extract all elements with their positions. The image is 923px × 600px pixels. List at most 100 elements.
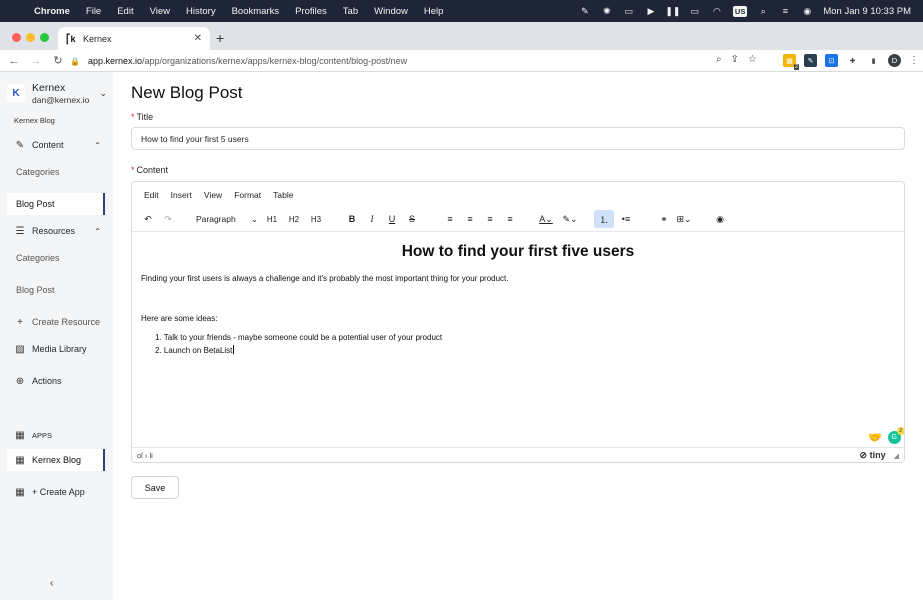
tiny-logo[interactable]: ⊘ tiny <box>860 450 886 461</box>
sidebar-item-actions[interactable]: ⊕ Actions <box>7 370 105 392</box>
editor-content-area[interactable]: How to find your first five users Findin… <box>132 231 904 447</box>
more-menu-icon[interactable]: ⋮ <box>909 55 919 66</box>
play-icon[interactable]: ▶ <box>645 6 657 16</box>
sidepanel-icon[interactable]: ▮ <box>867 54 880 67</box>
element-path[interactable]: ol › li <box>137 451 153 460</box>
collapse-sidebar-icon[interactable]: ‹ <box>50 578 53 589</box>
align-right-icon[interactable]: ≡ <box>482 210 498 228</box>
redo-icon[interactable]: ↷ <box>160 210 176 228</box>
sidebar-item-content-categories[interactable]: Categories <box>7 161 105 183</box>
editor-menu-view[interactable]: View <box>198 186 228 204</box>
sidebar-item-media-library[interactable]: ▨ Media Library <box>7 338 105 360</box>
menu-app-chrome[interactable]: Chrome <box>34 6 78 17</box>
save-button[interactable]: Save <box>131 476 179 499</box>
heading-3-button[interactable]: H3 <box>308 210 324 228</box>
screen-icon[interactable]: ▭ <box>623 6 635 16</box>
heading-1-button[interactable]: H1 <box>264 210 280 228</box>
editor-menu-table[interactable]: Table <box>267 186 299 204</box>
siri-icon[interactable]: ◉ <box>801 6 813 16</box>
control-center-icon[interactable]: ≡ <box>779 6 791 16</box>
org-switcher[interactable]: K Kernex dan@kernex.io ⌄ <box>7 78 107 108</box>
preview-eye-icon[interactable]: ◉ <box>712 210 728 228</box>
lock-icon[interactable]: 🔒 <box>70 57 80 66</box>
minimize-window-button[interactable] <box>26 33 35 42</box>
align-center-icon[interactable]: ≡ <box>462 210 478 228</box>
sidebar-item-create-resource[interactable]: + Create Resource <box>7 311 105 333</box>
table-icon[interactable]: ⊞⌄ <box>676 210 692 228</box>
editor-menu-edit[interactable]: Edit <box>132 186 165 204</box>
label-text: Title <box>136 112 154 122</box>
browser-tab[interactable]: ⎡k Kernex ✕ <box>58 27 210 50</box>
menu-help[interactable]: Help <box>416 6 452 17</box>
reload-icon[interactable]: ↻ <box>50 54 66 67</box>
close-window-button[interactable] <box>12 33 21 42</box>
search-icon[interactable]: ⌕ <box>757 6 769 16</box>
grammarly-icon[interactable]: G2 <box>887 427 904 444</box>
profile-avatar[interactable]: D <box>888 54 901 67</box>
menubar-clock[interactable]: Mon Jan 9 10:33 PM <box>823 6 911 17</box>
block-format-select[interactable]: Paragraph ⌄ <box>192 210 262 228</box>
align-left-icon[interactable]: ≡ <box>442 210 458 228</box>
grid-icon: ▦ <box>15 429 25 441</box>
title-input[interactable]: How to find your first 5 users <box>131 127 905 150</box>
list-item-text: 2. Launch on BetaList <box>155 346 233 355</box>
menu-tab[interactable]: Tab <box>335 6 366 17</box>
sidebar-item-content-blog-post[interactable]: Blog Post <box>7 193 105 215</box>
numbered-list-icon[interactable]: ⒈ <box>594 210 614 228</box>
link-icon[interactable]: ⚭ <box>656 210 672 228</box>
bullet-list-icon[interactable]: •≡ <box>618 210 634 228</box>
sidebar-item-label: Create Resource <box>32 317 101 327</box>
text-color-icon[interactable]: A⌄ <box>538 210 554 228</box>
battery-icon[interactable]: ▭ <box>689 6 701 16</box>
sidebar-item-resources[interactable]: ☰ Resources ⌃ <box>7 220 105 242</box>
sidebar-item-resources-categories[interactable]: Categories <box>7 247 105 269</box>
share-icon[interactable]: ⇪ <box>731 54 739 65</box>
menu-view[interactable]: View <box>142 6 178 17</box>
new-tab-icon[interactable]: + <box>216 30 224 46</box>
forward-icon[interactable]: → <box>28 55 44 67</box>
close-tab-icon[interactable]: ✕ <box>194 33 202 44</box>
strikethrough-icon[interactable]: S <box>404 210 420 228</box>
zoom-window-button[interactable] <box>40 33 49 42</box>
app-label: Kernex Blog <box>14 116 55 125</box>
italic-icon[interactable]: I <box>364 210 380 228</box>
bookmark-star-icon[interactable]: ☆ <box>748 54 757 65</box>
menu-window[interactable]: Window <box>366 6 416 17</box>
browser-toolbar: ← → ↻ 🔒 app.kernex.io /app/organizations… <box>0 50 923 72</box>
heading-2-button[interactable]: H2 <box>286 210 302 228</box>
menu-edit[interactable]: Edit <box>109 6 141 17</box>
screenshot-extension-icon[interactable]: ⊡ <box>825 54 838 67</box>
menu-bookmarks[interactable]: Bookmarks <box>224 6 288 17</box>
sidebar-item-label: Content <box>32 140 64 150</box>
sidebar-item-kernex-blog[interactable]: ▦ Kernex Blog <box>7 449 105 471</box>
back-icon[interactable]: ← <box>6 55 22 67</box>
underline-icon[interactable]: U <box>384 210 400 228</box>
input-source-badge[interactable]: US <box>732 5 748 17</box>
url-path: /app/organizations/kernex/apps/kernex-bl… <box>142 56 408 66</box>
editor-menu-format[interactable]: Format <box>228 186 267 204</box>
gear-icon[interactable]: ✺ <box>601 6 613 16</box>
bold-icon[interactable]: B <box>344 210 360 228</box>
pause-icon[interactable]: ❚❚ <box>665 6 680 16</box>
align-justify-icon[interactable]: ≡ <box>502 210 518 228</box>
highlight-color-icon[interactable]: ✎⌄ <box>562 210 578 228</box>
puzzle-icon[interactable]: ✚ <box>846 54 859 67</box>
extension-icon[interactable]: ▦ 2 <box>783 54 799 70</box>
kernex-favicon-icon: ⎡k <box>66 33 76 44</box>
menu-history[interactable]: History <box>178 6 224 17</box>
wifi-icon[interactable]: ◠ <box>711 6 723 16</box>
undo-icon[interactable]: ↶ <box>140 210 156 228</box>
sidebar-item-resources-blog-post[interactable]: Blog Post <box>7 279 105 301</box>
dropper-extension-icon[interactable]: ✎ <box>804 54 817 67</box>
handshake-icon[interactable]: 🤝 <box>868 431 882 444</box>
drop-icon[interactable]: ✎ <box>579 6 591 16</box>
url-field[interactable]: 🔒 app.kernex.io /app/organizations/kerne… <box>70 53 780 69</box>
zoom-search-icon[interactable]: ⌕ <box>716 54 722 65</box>
sidebar-item-create-app[interactable]: ▦ + Create App <box>7 481 105 503</box>
editor-menu-insert[interactable]: Insert <box>165 186 198 204</box>
menu-file[interactable]: File <box>78 6 109 17</box>
main-content: New Blog Post * Title How to find your fi… <box>113 72 923 600</box>
menu-profiles[interactable]: Profiles <box>287 6 335 17</box>
resize-handle-icon[interactable]: ◢ <box>894 452 899 460</box>
sidebar-item-content[interactable]: ✎ Content ⌃ <box>7 134 105 156</box>
